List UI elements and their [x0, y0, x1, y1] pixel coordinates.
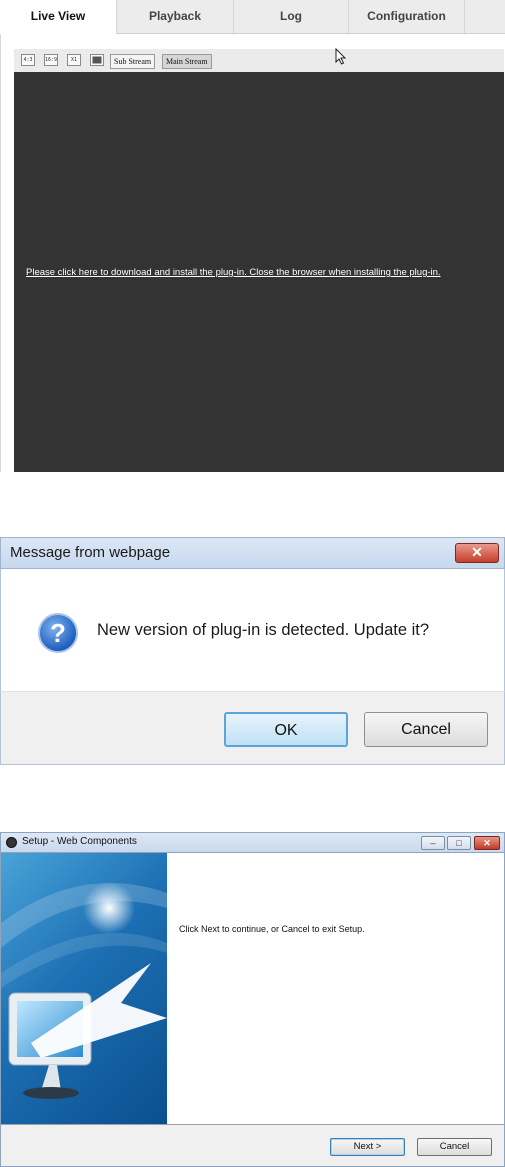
live-view-toolbar: 4:3 16:9 X1 Sub Stream Main Stream: [14, 49, 504, 72]
dialog-close-icon[interactable]: ✕: [455, 543, 499, 563]
tab-live-view[interactable]: Live View: [0, 0, 117, 34]
tab-configuration[interactable]: Configuration: [349, 0, 465, 33]
dialog-title: Message from webpage: [10, 544, 171, 561]
setup-message: Click Next to continue, or Cancel to exi…: [179, 924, 365, 934]
tab-playback[interactable]: Playback: [117, 0, 234, 33]
setup-cancel-button[interactable]: Cancel: [417, 1138, 492, 1156]
message-dialog: Message from webpage ✕ ? New version of …: [0, 537, 505, 765]
ratio-x1-button[interactable]: X1: [67, 54, 81, 66]
wizard-side-image: [1, 853, 167, 1124]
live-view-panel: Live View Playback Log Configuration 4:3…: [0, 0, 505, 472]
window-close-icon[interactable]: ✕: [474, 836, 500, 850]
minimize-icon[interactable]: –: [421, 836, 445, 850]
dialog-title-bar: Message from webpage ✕: [0, 537, 505, 569]
setup-title-bar: Setup - Web Components – □ ✕: [0, 832, 505, 853]
main-stream-button[interactable]: Main Stream: [162, 54, 212, 69]
mouse-cursor-icon: [335, 48, 347, 65]
ratio-4-3-button[interactable]: 4:3: [21, 54, 35, 66]
fullscreen-glyph: [92, 56, 102, 64]
setup-app-icon: [6, 837, 17, 848]
monitor-illustration-icon: [1, 882, 167, 1099]
setup-wizard: Setup - Web Components – □ ✕ Click Next …: [0, 832, 505, 1167]
maximize-icon[interactable]: □: [447, 836, 471, 850]
question-icon: ?: [38, 613, 78, 653]
next-button[interactable]: Next >: [330, 1138, 405, 1156]
video-area: Please click here to download and instal…: [14, 72, 504, 472]
tab-log[interactable]: Log: [234, 0, 349, 33]
dialog-message: New version of plug-in is detected. Upda…: [97, 621, 430, 639]
ok-button[interactable]: OK: [224, 712, 348, 747]
setup-title: Setup - Web Components: [22, 836, 137, 847]
sub-stream-button[interactable]: Sub Stream: [110, 54, 156, 69]
plugin-download-link[interactable]: Please click here to download and instal…: [26, 267, 441, 278]
fullscreen-icon[interactable]: [90, 54, 104, 66]
main-tab-bar: Live View Playback Log Configuration: [0, 0, 505, 34]
ratio-16-9-button[interactable]: 16:9: [44, 54, 58, 66]
cancel-button[interactable]: Cancel: [364, 712, 488, 747]
